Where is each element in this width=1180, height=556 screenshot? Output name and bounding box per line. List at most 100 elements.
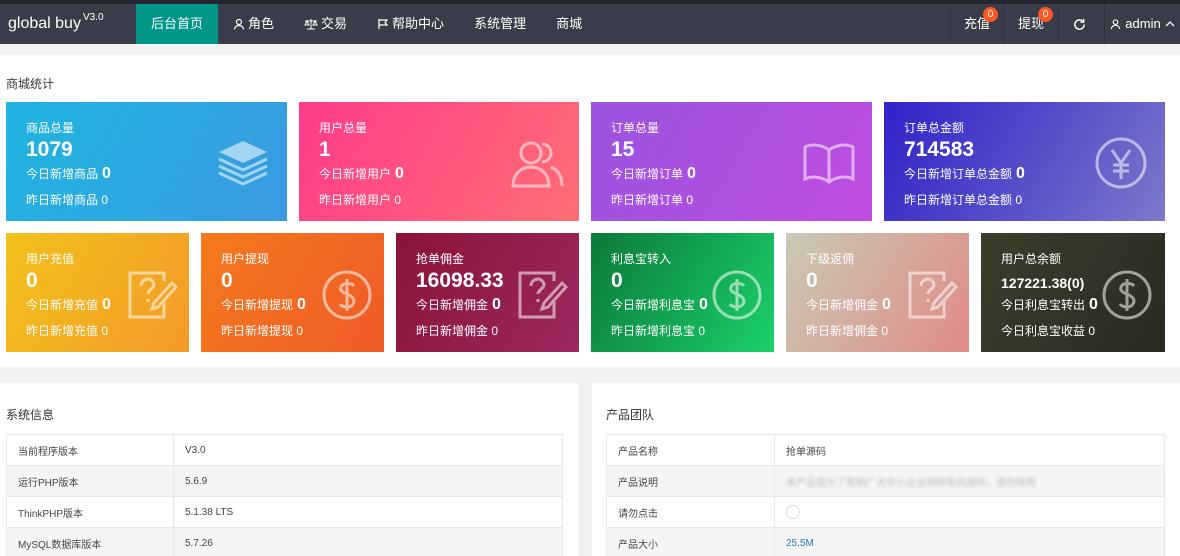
table-row: 当前程序版本 V3.0 xyxy=(6,434,563,466)
user-icon xyxy=(233,18,245,30)
stat-card-value: 1079 xyxy=(26,138,73,161)
stat-card-yesterday: 昨日新增利息宝 0 xyxy=(611,324,706,338)
stat-card-title: 用户总余额 xyxy=(1001,252,1062,266)
users-icon xyxy=(509,138,565,195)
stat-card-value: 0 xyxy=(26,269,38,292)
stat-card-value: 127221.38(0) xyxy=(1001,275,1085,291)
top-header: global buy V3.0 后台首页 角色 交易 帮助中心 系统管理 商城 充… xyxy=(0,4,1180,44)
stats-title: 商城统计 xyxy=(6,77,55,91)
stat-card-value: 714583 xyxy=(904,138,975,161)
dollar-icon xyxy=(1101,269,1153,326)
product-description: 本产品是为了帮助广大中小企业而研发的源码，请勿商用 xyxy=(786,477,1036,489)
stat-card-today: 今日新增商品 0 xyxy=(26,165,111,182)
table-row: 产品说明 本产品是为了帮助广大中小企业而研发的源码，请勿商用 xyxy=(606,465,1165,497)
nav-trade[interactable]: 交易 xyxy=(289,4,362,44)
recharge-link[interactable]: 充值 0 xyxy=(950,4,1003,44)
stat-card-yesterday: 昨日新增佣金 0 xyxy=(806,324,889,338)
product-size-link[interactable]: 25.5M xyxy=(786,538,814,549)
stat-card-yesterday: 昨日新增充值 0 xyxy=(26,324,109,338)
nav-system[interactable]: 系统管理 xyxy=(459,4,541,44)
stat-card: 下级返佣 0 今日新增佣金 0 昨日新增佣金 0 xyxy=(786,233,969,352)
right-nav: 充值 0 提现 0 admin xyxy=(950,4,1180,44)
table-row: 运行PHP版本 5.6.9 xyxy=(6,465,563,497)
user-menu[interactable]: admin xyxy=(1104,4,1180,44)
dollar-icon xyxy=(321,269,373,326)
stat-card-yesterday: 今日利息宝收益 0 xyxy=(1001,324,1096,338)
stat-card-title: 下级返佣 xyxy=(806,252,855,266)
stat-card-today: 今日新增佣金 0 xyxy=(416,296,501,313)
nav-home[interactable]: 后台首页 xyxy=(136,4,219,44)
dollar-icon xyxy=(711,269,763,326)
stat-card: 商品总量 1079 今日新增商品 0 昨日新增商品 0 xyxy=(6,102,287,221)
question-edit-icon xyxy=(516,269,569,326)
nav-mall[interactable]: 商城 xyxy=(541,4,597,44)
layers-icon xyxy=(216,138,270,193)
stat-card-value: 15 xyxy=(611,138,635,161)
stat-card: 订单总金额 714583 今日新增订单总金额 0 昨日新增订单总金额 0 xyxy=(884,102,1165,221)
stat-card-yesterday: 昨日新增用户 0 xyxy=(319,193,402,207)
stat-card-title: 订单总量 xyxy=(611,121,660,135)
stat-card-today: 今日新增利息宝 0 xyxy=(611,296,708,313)
table-row: ThinkPHP版本 5.1.38 LTS xyxy=(6,496,563,528)
user-icon xyxy=(1111,19,1121,30)
main-nav: 后台首页 角色 交易 帮助中心 系统管理 商城 xyxy=(136,4,597,44)
stat-card-yesterday: 昨日新增订单总金额 0 xyxy=(904,193,1023,207)
stat-card-value: 0 xyxy=(221,269,233,292)
stat-card-title: 利息宝转入 xyxy=(611,252,672,266)
stat-card-title: 抢单佣金 xyxy=(416,252,465,266)
logo[interactable]: global buy V3.0 xyxy=(8,4,104,44)
nav-role[interactable]: 角色 xyxy=(218,4,289,44)
stat-card-today: 今日新增用户 0 xyxy=(319,165,404,182)
stat-card: 利息宝转入 0 今日新增利息宝 0 昨日新增利息宝 0 xyxy=(591,233,774,352)
chevron-up-icon xyxy=(1165,21,1175,27)
refresh-button[interactable] xyxy=(1058,4,1104,44)
stat-card-value: 1 xyxy=(319,138,331,161)
nav-help[interactable]: 帮助中心 xyxy=(362,4,459,44)
system-info-title: 系统信息 xyxy=(6,408,55,422)
stat-card-title: 商品总量 xyxy=(26,121,75,135)
stat-card-value: 0 xyxy=(611,269,623,292)
stat-card-value: 16098.33 xyxy=(416,269,504,292)
stat-card-yesterday: 昨日新增佣金 0 xyxy=(416,324,499,338)
table-row: 请勿点击 xyxy=(606,496,1165,528)
yen-icon xyxy=(1094,136,1148,195)
stat-card-title: 订单总金额 xyxy=(904,121,965,135)
question-edit-icon xyxy=(906,269,959,326)
stat-card: 抢单佣金 16098.33 今日新增佣金 0 昨日新增佣金 0 xyxy=(396,233,579,352)
stat-card-yesterday: 昨日新增订单 0 xyxy=(611,193,694,207)
table-row: MySQL数据库版本 5.7.26 xyxy=(6,527,563,556)
stat-card: 用户总量 1 今日新增用户 0 昨日新增用户 0 xyxy=(299,102,579,221)
system-info-table: 当前程序版本 V3.0 运行PHP版本 5.6.9 ThinkPHP版本 5.1.38… xyxy=(6,434,563,556)
stat-card-value: 0 xyxy=(806,269,818,292)
stat-card-yesterday: 昨日新增商品 0 xyxy=(26,193,109,207)
product-team-table: 产品名称 抢单源码 产品说明 本产品是为了帮助广大中小企业而研发的源码，请勿商用 请… xyxy=(606,434,1165,556)
stat-card-yesterday: 昨日新增提现 0 xyxy=(221,324,304,338)
stat-card-today: 今日新增订单总金额 0 xyxy=(904,165,1025,182)
stat-card: 用户充值 0 今日新增充值 0 昨日新增充值 0 xyxy=(6,233,189,352)
withdraw-link[interactable]: 提现 0 xyxy=(1003,4,1058,44)
stat-card-today: 今日新增提现 0 xyxy=(221,296,306,313)
stat-card-title: 用户提现 xyxy=(221,252,270,266)
product-team-panel: 产品团队 产品名称 抢单源码 产品说明 本产品是为了帮助广大中小企业而研发的源码，请… xyxy=(592,383,1180,556)
donate-icon[interactable] xyxy=(786,505,800,519)
product-team-title: 产品团队 xyxy=(606,408,655,422)
stat-card: 订单总量 15 今日新增订单 0 昨日新增订单 0 xyxy=(591,102,872,221)
book-icon xyxy=(801,140,857,191)
question-edit-icon xyxy=(126,269,179,326)
stat-card: 用户总余额 127221.38(0) 今日利息宝转出 0 今日利息宝收益 0 xyxy=(981,233,1165,352)
recharge-badge: 0 xyxy=(983,7,998,22)
table-row: 产品名称 抢单源码 xyxy=(606,434,1165,466)
stat-card-title: 用户总量 xyxy=(319,121,368,135)
withdraw-badge: 0 xyxy=(1038,7,1053,22)
stat-card-today: 今日新增佣金 0 xyxy=(806,296,891,313)
stat-card-title: 用户充值 xyxy=(26,252,75,266)
scale-icon xyxy=(304,19,318,30)
stat-card-today: 今日利息宝转出 0 xyxy=(1001,296,1098,313)
refresh-icon xyxy=(1074,18,1085,30)
table-row: 产品大小 25.5M xyxy=(606,527,1165,556)
stat-card-today: 今日新增充值 0 xyxy=(26,296,111,313)
system-info-panel: 系统信息 当前程序版本 V3.0 运行PHP版本 5.6.9 ThinkPHP版本 5… xyxy=(0,383,578,556)
stat-card: 用户提现 0 今日新增提现 0 昨日新增提现 0 xyxy=(201,233,384,352)
stat-card-today: 今日新增订单 0 xyxy=(611,165,696,182)
flag-icon xyxy=(378,19,389,29)
